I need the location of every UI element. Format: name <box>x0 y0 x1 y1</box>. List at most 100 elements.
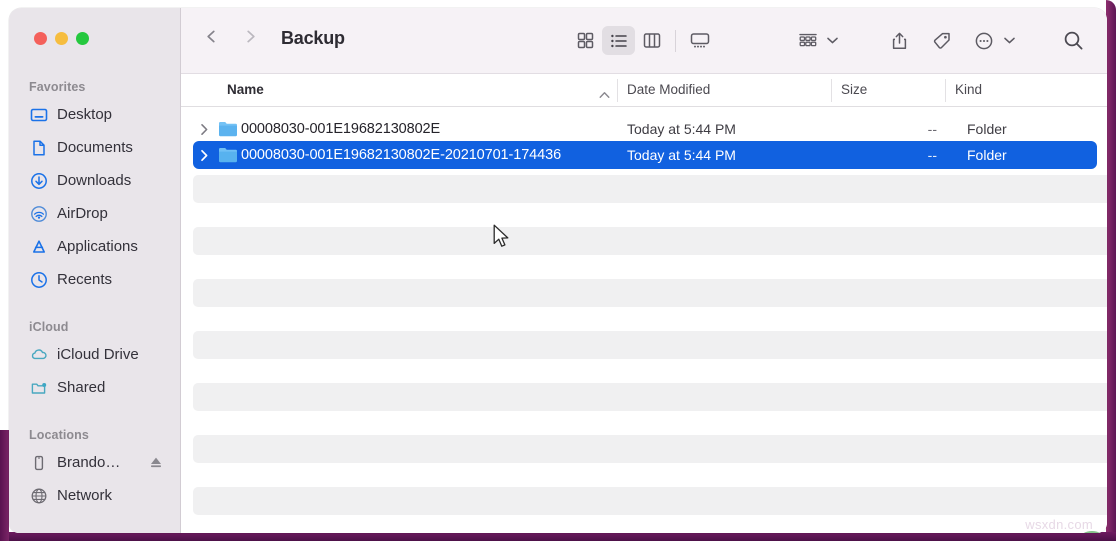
sidebar-item-network[interactable]: Network <box>9 479 181 512</box>
file-rows: 00008030-001E19682130802E Today at 5:44 … <box>181 107 1107 533</box>
empty-row-stripe <box>193 279 1107 307</box>
empty-row-stripe <box>193 435 1107 463</box>
sort-ascending-icon <box>599 86 610 94</box>
column-divider[interactable] <box>945 79 946 102</box>
sidebar-item-label: AirDrop <box>57 205 108 222</box>
file-list-area: Name Date Modified Size Kind <box>181 74 1107 533</box>
window-frame-right <box>1106 0 1116 541</box>
sidebar-item-label: Recents <box>57 271 112 288</box>
sidebar-item-label: Brando… <box>57 454 120 471</box>
column-header-kind[interactable]: Kind <box>955 82 982 97</box>
disclosure-chevron-right-icon[interactable] <box>193 123 215 136</box>
grid-view-button[interactable] <box>569 26 602 55</box>
share-icon[interactable] <box>883 26 916 55</box>
file-date-modified: Today at 5:44 PM <box>627 121 736 137</box>
finder-window: Favorites Desktop Documents <box>9 8 1107 533</box>
cloud-icon <box>29 345 48 364</box>
forward-icon[interactable] <box>242 28 259 45</box>
desktop-icon <box>29 105 48 124</box>
disclosure-chevron-right-icon[interactable] <box>193 149 215 162</box>
toolbar: Backup <box>181 8 1107 74</box>
sidebar-item-recents[interactable]: Recents <box>9 263 181 296</box>
sidebar-item-label: Applications <box>57 238 138 255</box>
column-divider[interactable] <box>617 79 618 102</box>
sidebar: Favorites Desktop Documents <box>9 8 181 533</box>
tag-icon[interactable] <box>925 26 958 55</box>
close-button[interactable] <box>34 32 47 45</box>
file-size: -- <box>909 147 937 163</box>
sidebar-item-documents[interactable]: Documents <box>9 131 181 164</box>
file-kind: Folder <box>967 147 1007 163</box>
column-header-name[interactable]: Name <box>227 82 264 97</box>
source-watermark: wsxdn.com <box>1025 517 1093 532</box>
empty-row-stripe <box>193 227 1107 255</box>
group-by-chevron-down-icon[interactable] <box>826 32 839 50</box>
column-divider[interactable] <box>831 79 832 102</box>
applications-icon <box>29 237 48 256</box>
table-row[interactable]: 00008030-001E19682130802E Today at 5:44 … <box>193 115 1097 143</box>
group-by-control[interactable] <box>791 26 839 55</box>
eject-icon[interactable] <box>149 455 163 469</box>
file-name: 00008030-001E19682130802E-20210701-17443… <box>241 147 561 163</box>
iphone-icon <box>29 453 48 472</box>
sidebar-item-brando-device[interactable]: Brando… <box>9 446 181 479</box>
file-date-modified: Today at 5:44 PM <box>627 147 736 163</box>
search-button[interactable] <box>1057 26 1090 55</box>
group-by-icon[interactable] <box>791 26 824 55</box>
traffic-lights <box>34 32 89 45</box>
column-view-button[interactable] <box>635 26 668 55</box>
window-frame-bottom <box>0 532 1116 541</box>
sidebar-list: Favorites Desktop Documents <box>9 74 181 512</box>
empty-row-stripe <box>193 487 1107 515</box>
sidebar-spacer <box>9 404 181 422</box>
window-title: Backup <box>281 28 345 49</box>
sidebar-item-airdrop[interactable]: AirDrop <box>9 197 181 230</box>
folder-icon <box>215 121 241 137</box>
column-headers: Name Date Modified Size Kind <box>181 74 1107 107</box>
mouse-cursor <box>493 224 510 249</box>
sidebar-item-desktop[interactable]: Desktop <box>9 98 181 131</box>
shared-folder-icon <box>29 378 48 397</box>
file-name: 00008030-001E19682130802E <box>241 121 440 137</box>
toolbar-divider <box>675 30 676 52</box>
sidebar-item-shared[interactable]: Shared <box>9 371 181 404</box>
empty-row-stripe <box>193 383 1107 411</box>
folder-icon <box>215 147 241 163</box>
table-row[interactable]: 00008030-001E19682130802E-20210701-17443… <box>193 141 1097 169</box>
column-header-date-modified[interactable]: Date Modified <box>627 82 710 97</box>
sidebar-item-label: Documents <box>57 139 133 156</box>
back-icon[interactable] <box>203 28 220 45</box>
list-view-button[interactable] <box>602 26 635 55</box>
sidebar-spacer <box>9 296 181 314</box>
empty-row-stripe <box>193 331 1107 359</box>
more-options-icon[interactable] <box>967 26 1000 55</box>
search-icon[interactable] <box>1057 26 1090 55</box>
zoom-button[interactable] <box>76 32 89 45</box>
minimize-button[interactable] <box>55 32 68 45</box>
sidebar-header-favorites: Favorites <box>9 74 181 98</box>
download-icon <box>29 171 48 190</box>
sidebar-item-label: Downloads <box>57 172 131 189</box>
sidebar-item-icloud-drive[interactable]: iCloud Drive <box>9 338 181 371</box>
sidebar-header-icloud: iCloud <box>9 314 181 338</box>
column-header-size[interactable]: Size <box>841 82 867 97</box>
recents-clock-icon <box>29 270 48 289</box>
document-icon <box>29 138 48 157</box>
screenshot-root: Favorites Desktop Documents <box>0 0 1116 541</box>
sidebar-item-label: Desktop <box>57 106 112 123</box>
globe-icon <box>29 486 48 505</box>
airdrop-icon <box>29 204 48 223</box>
view-mode-buttons <box>569 26 716 55</box>
action-buttons <box>883 26 1016 55</box>
empty-row-stripe <box>193 175 1107 203</box>
more-options-chevron-down-icon[interactable] <box>1003 32 1016 50</box>
gallery-view-button[interactable] <box>683 26 716 55</box>
sidebar-header-locations: Locations <box>9 422 181 446</box>
sidebar-item-downloads[interactable]: Downloads <box>9 164 181 197</box>
sidebar-item-label: iCloud Drive <box>57 346 139 363</box>
navigation-buttons <box>203 28 259 45</box>
sidebar-item-applications[interactable]: Applications <box>9 230 181 263</box>
window-frame-left <box>0 430 9 541</box>
file-kind: Folder <box>967 121 1007 137</box>
sidebar-item-label: Network <box>57 487 112 504</box>
